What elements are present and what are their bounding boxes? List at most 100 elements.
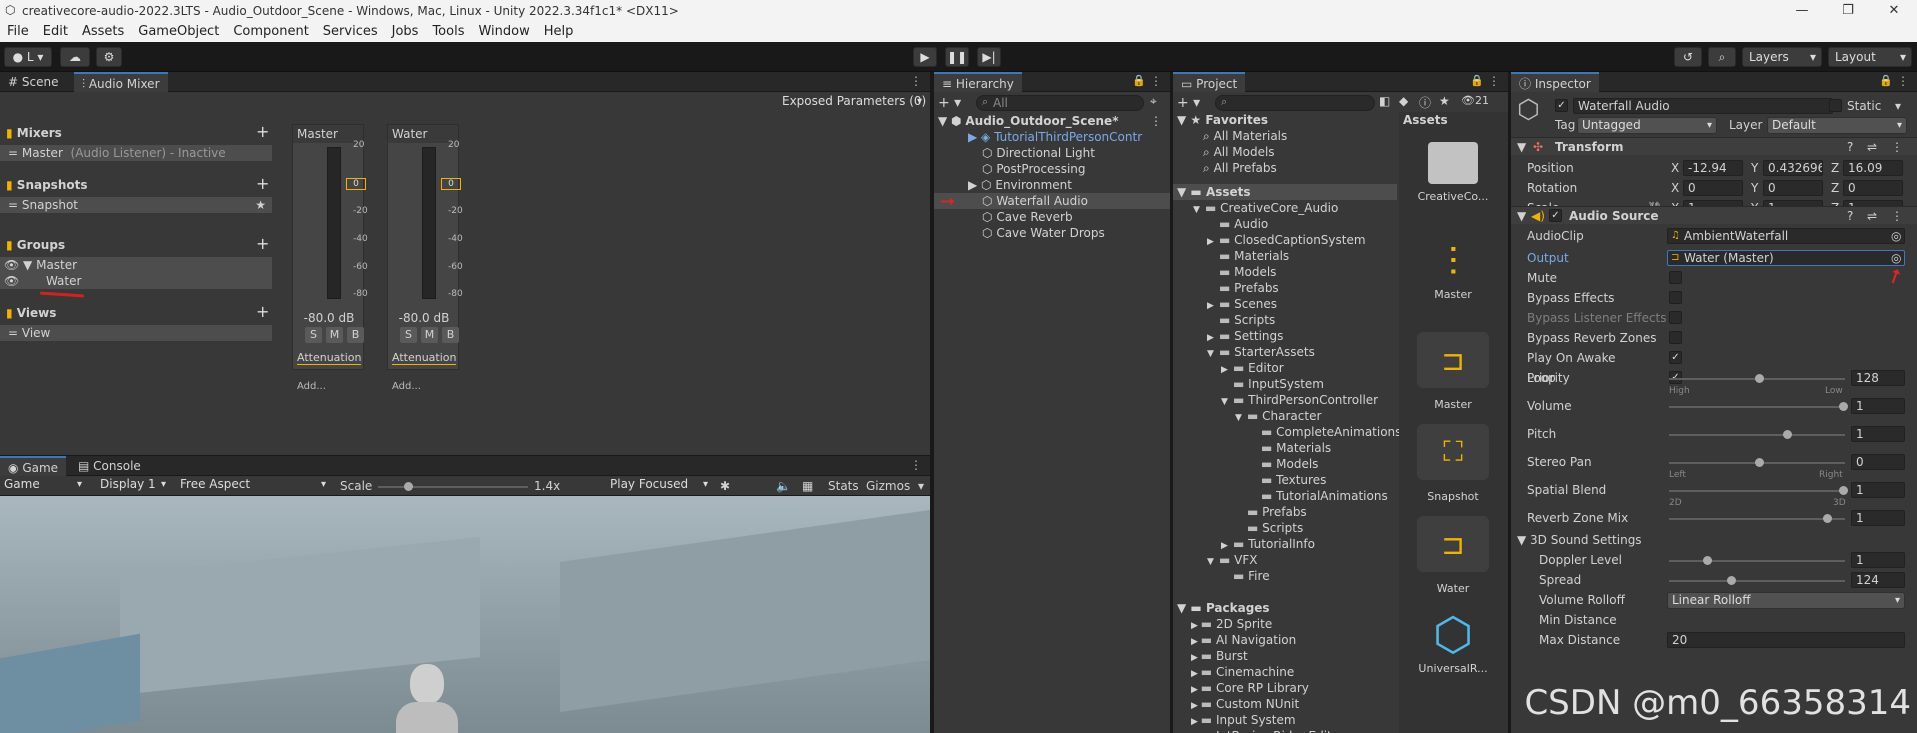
audio-source-enabled-checkbox[interactable]: ✓ — [1549, 209, 1562, 222]
tab-hierarchy[interactable]: ≡ Hierarchy — [934, 72, 1022, 92]
stereo-pan-value[interactable]: 0 — [1851, 454, 1905, 470]
reverb-zone-mix-value[interactable]: 1 — [1851, 510, 1905, 526]
tab-project[interactable]: ▭ Project — [1173, 72, 1246, 92]
foldout-arrow-icon[interactable]: ▶ — [1191, 685, 1201, 695]
add-effect-button[interactable]: Add... — [297, 381, 326, 392]
asset-folder-item[interactable]: ▶ ▬ Scenes — [1207, 296, 1277, 312]
priority-value[interactable]: 128 — [1851, 370, 1905, 386]
layers-dropdown[interactable]: Layers ▾ — [1742, 47, 1822, 67]
package-item[interactable]: ▶ ▬ 2D Sprite — [1191, 616, 1272, 632]
audioclip-field[interactable]: AmbientWaterfall — [1667, 228, 1905, 244]
output-field[interactable]: Water (Master) — [1667, 250, 1905, 266]
step-button[interactable]: ▶| — [977, 47, 1001, 67]
menu-tools[interactable]: Tools — [425, 24, 471, 39]
tab-game[interactable]: ◉ Game — [0, 456, 67, 476]
asset-folder-item[interactable]: ▼ ▬ CreativeCore_Audio — [1193, 200, 1338, 216]
kebab-menu-icon[interactable]: ⋮ — [910, 458, 922, 472]
asset-tile-folder[interactable]: CreativeCo... — [1413, 142, 1493, 203]
slider-knob[interactable] — [1839, 402, 1848, 411]
hierarchy-item[interactable]: ▶ ⬡ Environment — [968, 177, 1072, 193]
menu-file[interactable]: File — [0, 24, 36, 39]
preset-icon[interactable]: ⇌ — [1867, 139, 1877, 155]
volume-slider[interactable] — [1669, 402, 1848, 411]
slider-knob[interactable] — [1839, 486, 1848, 495]
exposed-parameters-dropdown[interactable]: Exposed Parameters (0) — [778, 94, 926, 111]
spread-slider[interactable] — [1669, 576, 1845, 585]
toggle-checkbox[interactable]: ✓ — [1669, 351, 1682, 364]
view-item[interactable]: = View — [0, 325, 272, 341]
package-item[interactable]: ▶ ▬ Cinemachine — [1191, 664, 1294, 680]
asset-folder-item[interactable]: ▬ Fire — [1221, 568, 1270, 584]
menu-help[interactable]: Help — [537, 24, 581, 39]
package-item[interactable]: ▶ ▬ AI Navigation — [1191, 632, 1296, 648]
tab-console[interactable]: ▤ Console — [70, 456, 149, 476]
asset-folder-item[interactable]: ▬ Materials — [1207, 248, 1289, 264]
menu-component[interactable]: Component — [226, 24, 315, 39]
foldout-arrow-icon[interactable]: ▶ — [1191, 669, 1201, 679]
layout-dropdown[interactable]: Layout ▾ — [1828, 47, 1912, 67]
active-checkbox[interactable]: ✓ — [1555, 99, 1568, 112]
toggle-checkbox[interactable] — [1669, 331, 1682, 344]
menu-services[interactable]: Services — [316, 24, 385, 39]
tag-dropdown[interactable]: Untagged — [1577, 117, 1717, 134]
kebab-menu-icon[interactable]: ⋮ — [1891, 139, 1903, 155]
solo-button[interactable]: S — [305, 327, 322, 343]
info-icon[interactable]: ⓘ — [1419, 94, 1431, 111]
spatial-blend-slider[interactable] — [1669, 486, 1848, 495]
object-name-input[interactable]: Waterfall Audio — [1573, 98, 1833, 114]
package-item[interactable]: ▶ ▬ Burst — [1191, 648, 1248, 664]
sound-3d-foldout[interactable]: ▼ 3D Sound Settings — [1517, 532, 1642, 548]
hierarchy-item[interactable]: ⬡ Cave Reverb — [982, 209, 1073, 225]
eye-icon[interactable]: 👁 — [4, 274, 19, 288]
play-button[interactable]: ▶ — [913, 47, 937, 67]
transform-rotation-y-input[interactable]: 0 — [1763, 180, 1823, 196]
toggle-checkbox[interactable] — [1669, 271, 1682, 284]
max-distance-value[interactable]: 20 — [1667, 632, 1905, 648]
transform-position-x-input[interactable]: -12.94 — [1683, 160, 1743, 176]
search-button[interactable]: ⌕ — [1708, 47, 1736, 67]
foldout-arrow-icon[interactable]: ▼ — [1221, 394, 1233, 410]
hierarchy-item[interactable]: ⬡ Directional Light — [982, 145, 1095, 161]
foldout-arrow-icon[interactable]: ▼ — [1235, 410, 1247, 426]
asset-tile-snapshot[interactable]: ⛶ Snapshot — [1413, 424, 1493, 503]
gizmos-dropdown[interactable]: Gizmos — [866, 478, 910, 494]
group-item-master[interactable]: 👁 ▼ Master — [4, 257, 77, 273]
foldout-arrow-icon[interactable]: ▶ — [1191, 637, 1201, 647]
stats-button[interactable]: Stats — [828, 478, 859, 494]
eye-icon[interactable]: 👁 — [4, 258, 19, 272]
help-icon[interactable]: ? — [1847, 139, 1853, 155]
transform-rotation-x-input[interactable]: 0 — [1683, 180, 1743, 196]
foldout-arrow-icon[interactable]: ▶ — [1191, 653, 1201, 663]
account-dropdown[interactable]: ● L ▾ — [4, 47, 52, 67]
foldout-arrow-icon[interactable]: ▼ — [1207, 554, 1219, 570]
asset-folder-item[interactable]: ▼ ▬ ThirdPersonController — [1221, 392, 1378, 408]
foldout-arrow-icon[interactable]: ▼ — [1517, 208, 1526, 224]
tab-audio-mixer[interactable]: ⫶ Audio Mixer — [74, 72, 168, 92]
play-focused-dropdown[interactable]: Play Focused — [606, 477, 712, 494]
slider-knob[interactable] — [1703, 556, 1712, 565]
bypass-button[interactable]: B — [347, 327, 364, 343]
favorites-header[interactable]: ▼ ★ Favorites — [1177, 112, 1268, 128]
asset-folder-item[interactable]: ▬ Materials — [1249, 440, 1331, 456]
scale-slider-knob[interactable] — [404, 482, 413, 491]
assets-header[interactable]: ▼ ▬ Assets — [1173, 184, 1397, 200]
static-checkbox[interactable] — [1829, 99, 1842, 112]
transform-rotation-z-input[interactable]: 0 — [1843, 180, 1903, 196]
foldout-arrow-icon[interactable]: ▶ — [1191, 621, 1201, 631]
asset-folder-item[interactable]: ▬ Prefabs — [1235, 504, 1307, 520]
foldout-arrow-icon[interactable]: ▶ — [1191, 701, 1201, 711]
slider-knob[interactable] — [1755, 458, 1764, 467]
packages-header[interactable]: ▼ ▬ Packages — [1177, 600, 1270, 616]
attenuation-effect[interactable]: Attenuation — [297, 351, 361, 365]
package-item[interactable]: ▶ ▬ Input System — [1191, 712, 1296, 728]
asset-folder-item[interactable]: ▼ ▬ StarterAssets — [1207, 344, 1315, 360]
volume-value[interactable]: 1 — [1851, 398, 1905, 414]
kebab-menu-icon[interactable]: ⋮ — [910, 74, 922, 88]
asset-tile-mixer[interactable]: ⫶ Master — [1413, 238, 1493, 301]
game-view-dropdown[interactable]: Game — [0, 477, 86, 494]
asset-folder-item[interactable]: ▶ ▬ TutorialInfo — [1221, 536, 1315, 552]
reverb-zone-mix-slider[interactable] — [1669, 514, 1845, 523]
grid-icon[interactable]: ▦ — [802, 478, 813, 494]
asset-folder-item[interactable]: ▬ InputSystem — [1221, 376, 1324, 392]
snapshot-item[interactable]: = Snapshot ★ — [0, 197, 272, 213]
